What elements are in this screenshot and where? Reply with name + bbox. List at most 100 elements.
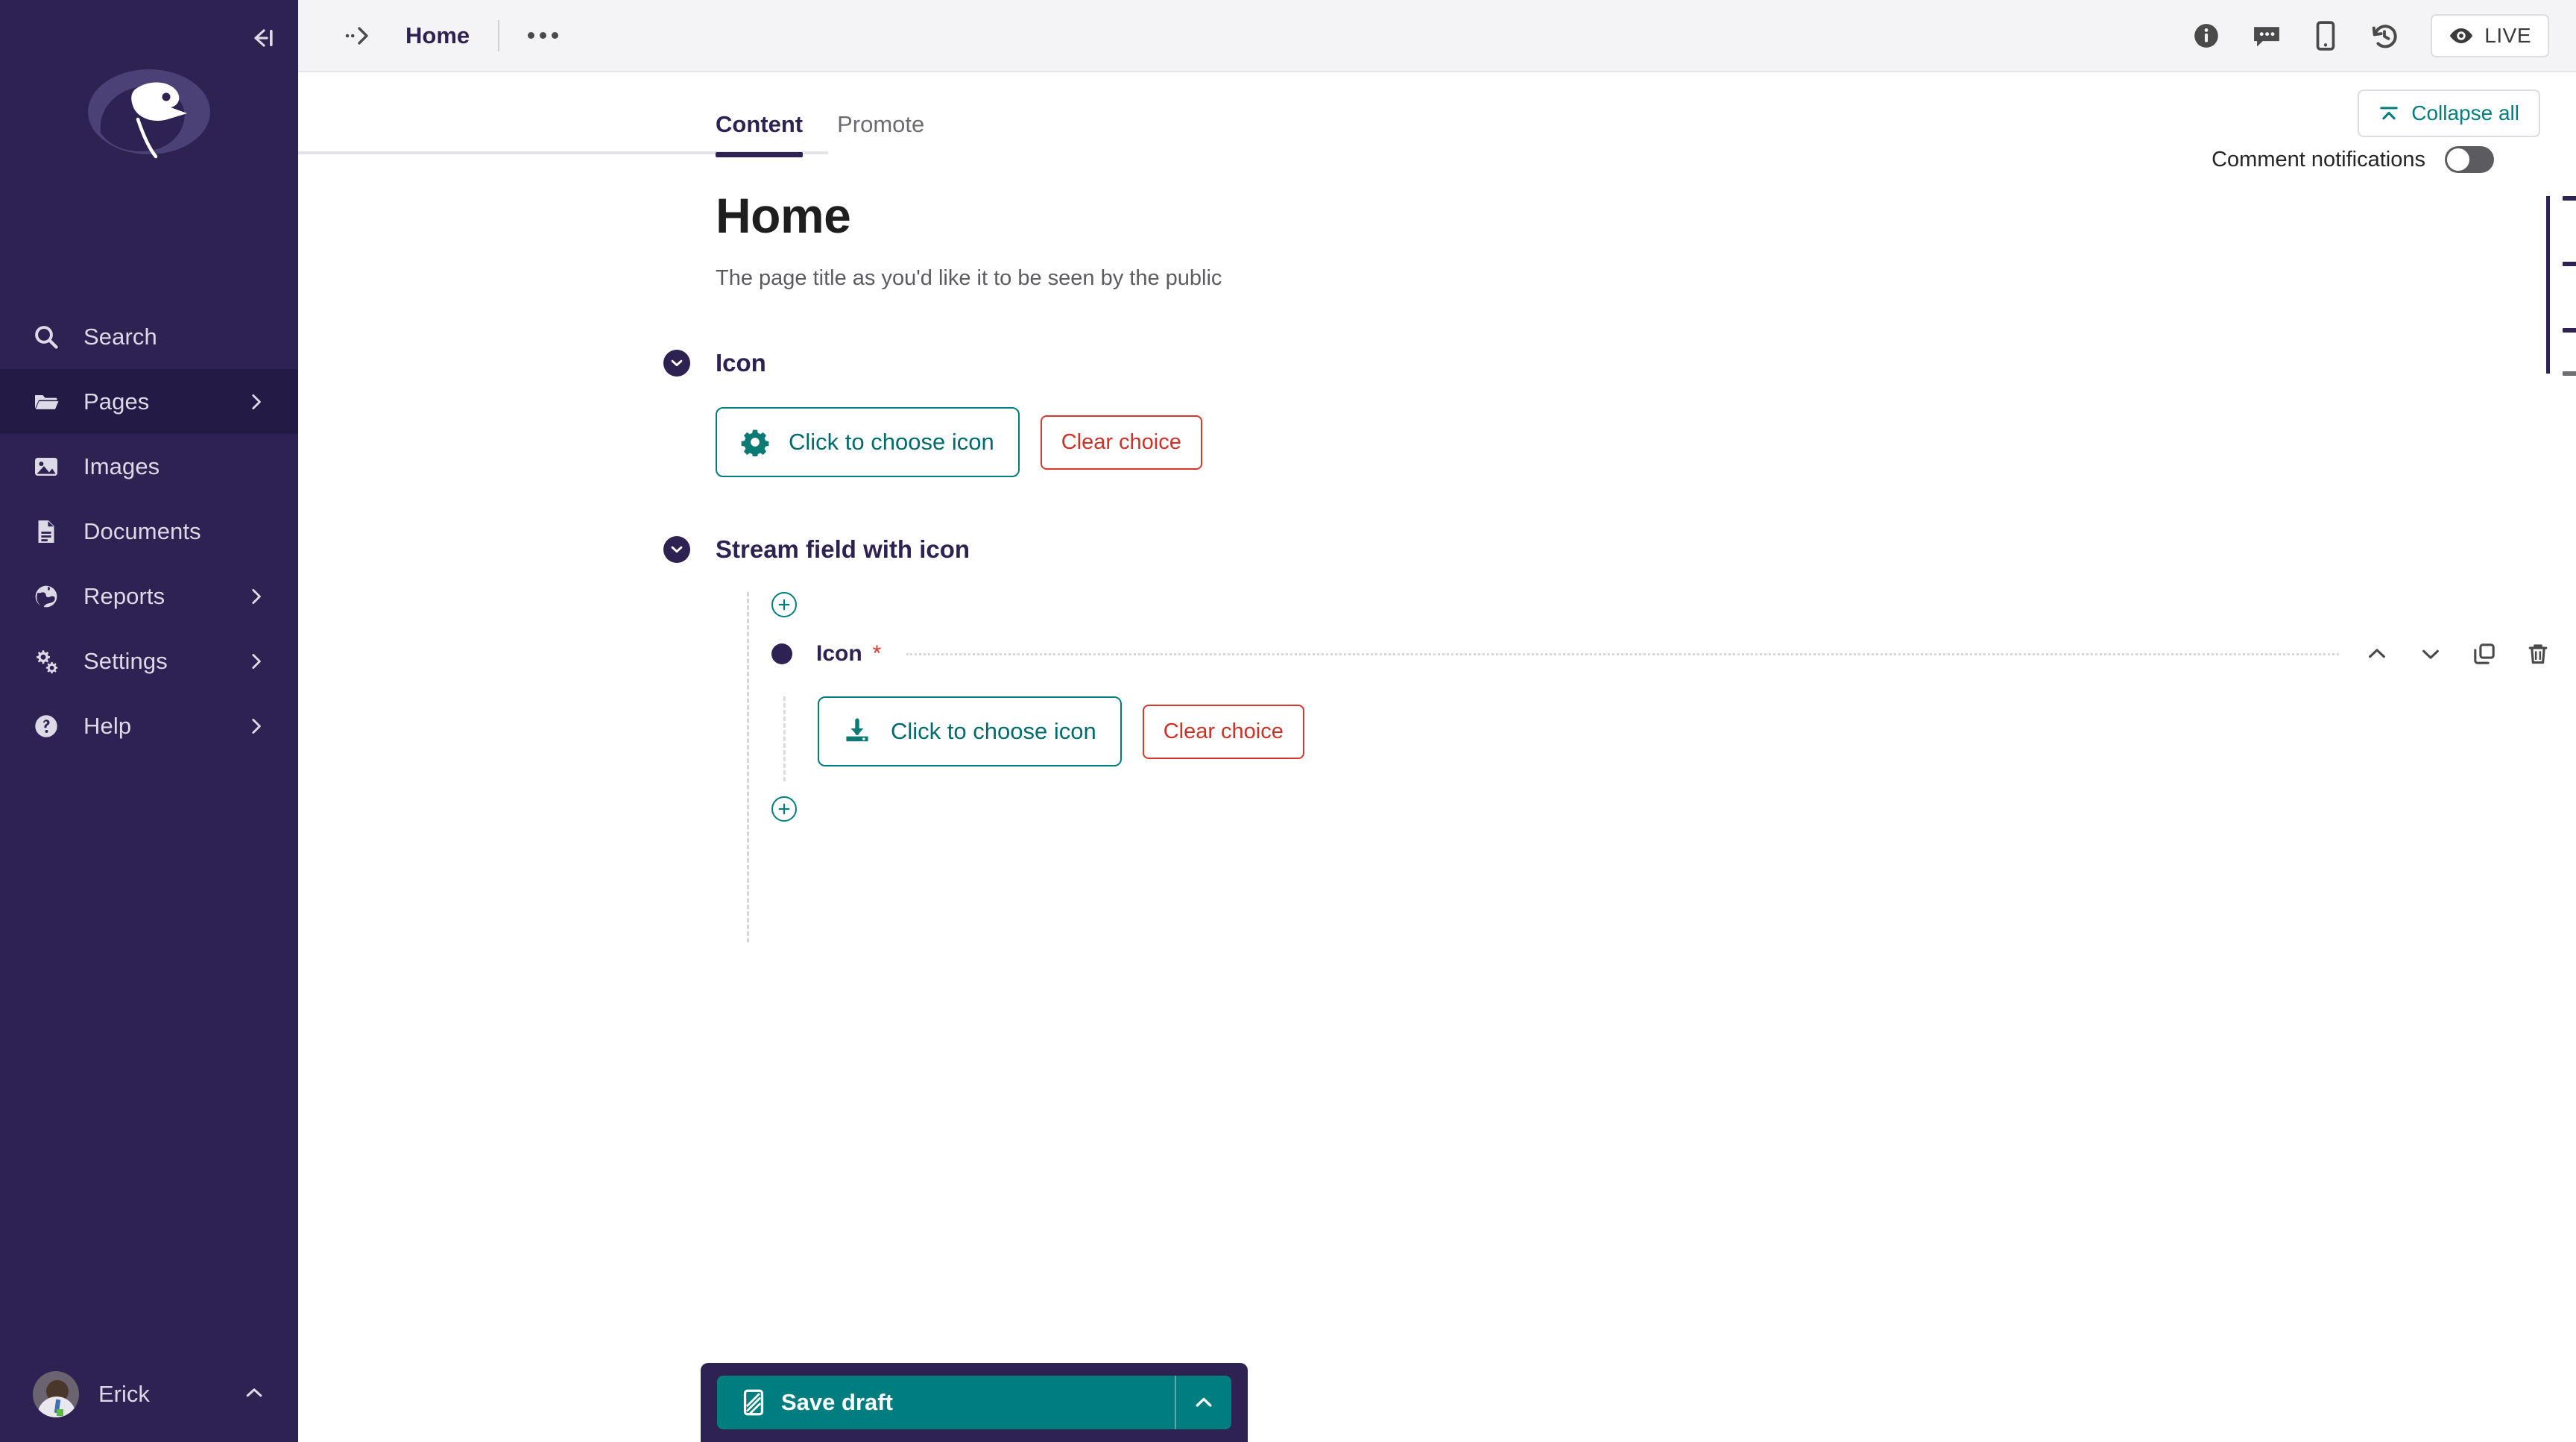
chevron-up-icon — [1196, 1397, 1212, 1407]
sidebar-item-label: Reports — [83, 582, 165, 609]
section-icon: Icon Click to choose icon Clear choice — [663, 349, 2576, 477]
eye-icon — [2449, 26, 2474, 45]
topbar: Home LIVE — [298, 0, 2576, 72]
sidebar-item-search[interactable]: Search — [0, 304, 298, 369]
chevron-down-circle-icon[interactable] — [663, 350, 690, 377]
clear-choice-label: Clear choice — [1163, 719, 1284, 743]
sidebar-item-documents[interactable]: Documents — [0, 499, 298, 564]
sidebar-item-label: Help — [83, 712, 132, 739]
collapse-up-icon — [2378, 104, 2399, 123]
comment-notifications-toggle[interactable] — [2445, 146, 2494, 173]
clear-choice-label: Clear choice — [1061, 429, 1181, 454]
tab-promote[interactable]: Promote — [837, 111, 924, 154]
icon-chooser-row: Click to choose icon Clear choice — [818, 696, 2576, 766]
cog-icon — [741, 428, 769, 456]
comment-notifications: Comment notifications — [2212, 146, 2494, 173]
topbar-actions: LIVE — [2192, 13, 2549, 57]
chevron-up-icon — [243, 1382, 265, 1408]
icon-chooser-row: Click to choose icon Clear choice — [716, 407, 2576, 477]
collapse-all-button[interactable]: Collapse all — [2358, 89, 2540, 137]
wagtail-admin-page-editor: Search Pages Images Documents Reports Se… — [0, 0, 2576, 1442]
collapse-all-label: Collapse all — [2411, 101, 2519, 125]
save-draft-label: Save draft — [781, 1389, 893, 1415]
collapse-sidebar-button[interactable] — [242, 18, 282, 58]
document-icon — [30, 515, 63, 548]
add-block-button-bottom[interactable] — [771, 796, 797, 822]
plus-icon — [778, 803, 790, 815]
save-draft-button[interactable]: Save draft — [717, 1376, 1175, 1429]
tab-bar: Content Promote — [298, 72, 2576, 157]
download-icon — [843, 717, 871, 746]
breadcrumb-more-button[interactable] — [528, 32, 559, 39]
sidebar-item-label: Search — [83, 323, 157, 350]
clear-choice-button[interactable]: Clear choice — [1040, 415, 1202, 470]
divider — [906, 652, 2339, 655]
choose-icon-label: Click to choose icon — [789, 429, 994, 455]
stream-footer — [771, 796, 2576, 822]
block-label: Icon — [816, 641, 862, 666]
sidebar-item-reports[interactable]: Reports — [0, 564, 298, 629]
toggle-knob — [2447, 148, 2469, 171]
draft-icon — [742, 1389, 765, 1416]
choose-icon-label: Click to choose icon — [891, 718, 1096, 744]
page-title-help-text: The page title as you'd like it to be se… — [716, 266, 1222, 290]
duplicate-icon[interactable] — [2472, 641, 2497, 667]
save-options-button[interactable] — [1176, 1376, 1231, 1429]
breadcrumb-expand-icon[interactable] — [344, 24, 374, 48]
question-circle-icon — [30, 710, 63, 743]
add-block-button-top[interactable] — [771, 592, 797, 617]
stream-guide-line — [747, 592, 749, 942]
divider — [498, 19, 500, 51]
sidebar-item-help[interactable]: Help — [0, 693, 298, 758]
info-icon[interactable] — [2192, 22, 2220, 50]
image-icon — [30, 450, 63, 483]
chevron-right-icon — [246, 652, 265, 671]
chevron-right-icon — [246, 587, 265, 606]
avatar — [33, 1371, 79, 1417]
sidebar-item-label: Pages — [83, 388, 150, 415]
sidebar-item-label: Images — [83, 453, 160, 479]
block-handle-dot[interactable] — [771, 643, 792, 664]
tab-content[interactable]: Content — [716, 111, 804, 157]
chevron-right-icon — [246, 392, 265, 412]
choose-icon-button[interactable]: Click to choose icon — [716, 407, 1020, 477]
block-actions — [2364, 641, 2551, 667]
stream-block-body: Click to choose icon Clear choice — [771, 696, 2576, 781]
cogs-icon — [30, 645, 63, 678]
main-content: Home LIVE Content Promote Collapse all C… — [298, 0, 2576, 1442]
plus-icon — [778, 599, 790, 611]
history-icon[interactable] — [2370, 22, 2399, 50]
sidebar-item-settings[interactable]: Settings — [0, 629, 298, 693]
sidebar-nav: Search Pages Images Documents Reports Se… — [0, 304, 298, 758]
chevron-right-icon — [246, 717, 265, 736]
move-up-icon[interactable] — [2364, 641, 2390, 667]
search-icon — [30, 321, 63, 353]
choose-icon-button[interactable]: Click to choose icon — [818, 696, 1122, 766]
section-title: Stream field with icon — [716, 535, 970, 563]
tab-label: Promote — [837, 111, 925, 137]
page-title: Home — [716, 188, 851, 243]
sidebar-item-pages[interactable]: Pages — [0, 369, 298, 434]
clear-choice-button[interactable]: Clear choice — [1142, 704, 1304, 759]
mobile-preview-icon[interactable] — [2313, 20, 2338, 51]
tab-label: Content — [716, 111, 804, 137]
sidebar-item-label: Settings — [83, 647, 168, 674]
chevron-down-circle-icon[interactable] — [663, 536, 690, 563]
breadcrumb[interactable]: Home — [405, 22, 470, 49]
sidebar-item-images[interactable]: Images — [0, 434, 298, 499]
required-marker: * — [872, 641, 882, 666]
live-preview-button[interactable]: LIVE — [2431, 13, 2549, 57]
section-stream-field: Stream field with icon Icon * Click to c… — [663, 535, 2576, 942]
comment-icon[interactable] — [2252, 22, 2282, 50]
comment-notifications-label: Comment notifications — [2212, 147, 2425, 171]
sidebar-user-menu[interactable]: Erick — [0, 1347, 298, 1442]
move-down-icon[interactable] — [2418, 641, 2443, 667]
delete-icon[interactable] — [2525, 641, 2551, 667]
sidebar-user-name: Erick — [98, 1381, 150, 1407]
section-title: Icon — [716, 349, 766, 377]
live-label: LIVE — [2484, 23, 2531, 47]
wagtail-bird-logo — [78, 51, 220, 192]
stream-block-header: Icon * — [771, 641, 2576, 667]
stream-field: Icon * Click to choose icon Clear choice — [716, 592, 2576, 942]
globe-icon — [30, 580, 63, 613]
